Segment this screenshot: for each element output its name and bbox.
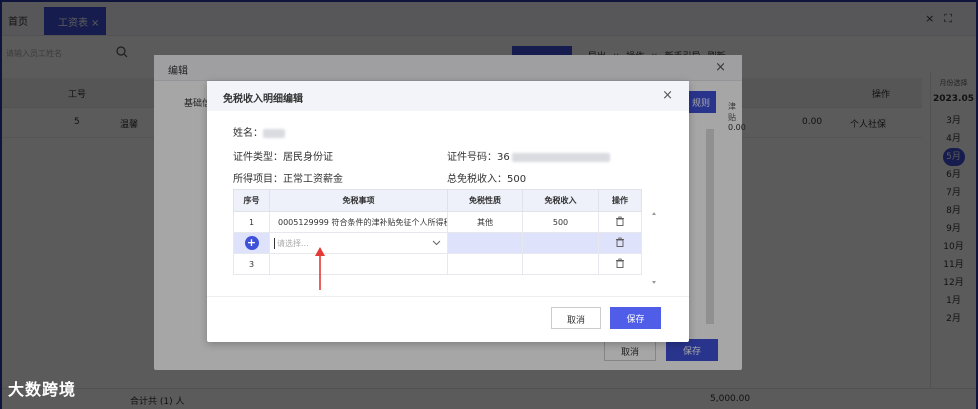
row-item[interactable]	[269, 253, 448, 275]
table-row[interactable]: 3	[233, 253, 642, 275]
id-type-field: 证件类型：居民身份证	[233, 148, 333, 163]
col-ops: 操作	[598, 189, 642, 212]
col-no: 序号	[233, 189, 270, 212]
row-no: 1	[233, 211, 270, 233]
income-item-field: 所得项目：正常工资薪金	[233, 170, 343, 185]
brand-text: 大数跨境	[8, 380, 77, 399]
id-type-value: 居民身份证	[283, 152, 333, 163]
row-nature: 其他	[447, 211, 523, 233]
col-nature: 免税性质	[447, 189, 523, 212]
item-select-placeholder: 请选择...	[274, 237, 309, 249]
add-row-cell: +	[233, 232, 270, 254]
name-label: 姓名：	[233, 128, 263, 139]
trash-icon[interactable]	[615, 216, 625, 226]
trash-icon[interactable]	[615, 237, 625, 247]
row-item[interactable]: 0005129999 符合条件的津补贴免征个人所得税	[269, 211, 448, 233]
id-number-value: 36	[497, 152, 510, 163]
red-arrow-annotation	[315, 247, 325, 290]
income-item-label: 所得项目：	[233, 174, 283, 185]
brand-watermark: 大数跨境	[8, 376, 76, 400]
cancel-button[interactable]: 取消	[551, 307, 601, 329]
row-ops	[598, 232, 642, 254]
row-no: 3	[233, 253, 270, 275]
id-number-label: 证件号码：	[447, 152, 497, 163]
income-item-value: 正常工资薪金	[283, 174, 343, 185]
row-ops	[598, 253, 642, 275]
name-value-redacted	[263, 128, 285, 138]
table-row-editing[interactable]: + 请选择...	[233, 232, 642, 254]
detail-table: 序号 免税事项 免税性质 免税收入 操作 1 0005129999 符合条件的津…	[233, 189, 642, 275]
row-income[interactable]: 500	[522, 211, 599, 233]
row-nature	[447, 232, 523, 254]
total-income-value: 500	[507, 174, 527, 185]
id-number-field: 证件号码：36	[447, 148, 610, 163]
row-income[interactable]	[522, 232, 599, 254]
row-income[interactable]	[522, 253, 599, 275]
save-button[interactable]: 保存	[610, 307, 661, 329]
row-nature	[447, 253, 523, 275]
close-icon[interactable]: ×	[662, 88, 673, 103]
detail-table-header: 序号 免税事项 免税性质 免税收入 操作	[233, 189, 642, 212]
table-row[interactable]: 1 0005129999 符合条件的津补贴免征个人所得税 其他 500	[233, 211, 642, 233]
id-type-label: 证件类型：	[233, 152, 283, 163]
table-scrollbar[interactable]	[649, 209, 659, 287]
name-field: 姓名：	[233, 124, 285, 139]
total-income-label: 总免税收入：	[447, 174, 507, 185]
tax-free-detail-modal: 免税收入明细编辑 × 姓名： 证件类型：居民身份证 证件号码：36 所得项目：正…	[207, 81, 689, 342]
trash-icon[interactable]	[615, 258, 625, 268]
item-select[interactable]: 请选择...	[271, 234, 447, 253]
plus-icon[interactable]: +	[244, 236, 259, 250]
detail-modal-header: 免税收入明细编辑 ×	[207, 81, 689, 111]
chevron-down-icon[interactable]	[432, 240, 441, 246]
total-income-field: 总免税收入：500	[447, 170, 526, 185]
detail-modal-title: 免税收入明细编辑	[223, 94, 303, 105]
col-item: 免税事项	[269, 189, 448, 212]
col-income: 免税收入	[522, 189, 599, 212]
id-number-redacted	[511, 152, 610, 162]
row-ops	[598, 211, 642, 233]
item-select-cell: 请选择...	[269, 232, 448, 254]
